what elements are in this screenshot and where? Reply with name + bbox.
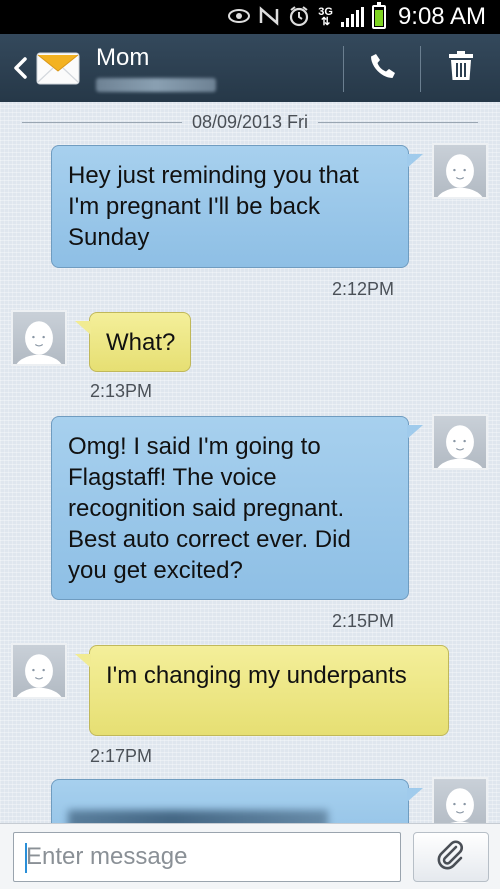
sent-message-bubble[interactable]: Hey just reminding you that I'm pregnant… xyxy=(51,145,423,268)
sent-message-bubble[interactable]: Omg! I said I'm going to Flagstaff! The … xyxy=(51,416,423,600)
network-type: 3G xyxy=(318,6,333,18)
eye-icon xyxy=(228,8,251,27)
default-avatar-icon xyxy=(437,154,483,197)
message-text: Hey just reminding you that I'm pregnant… xyxy=(68,162,359,251)
bubble-tail xyxy=(407,788,423,802)
default-avatar-icon xyxy=(16,654,62,697)
received-message-bubble[interactable]: What? xyxy=(75,312,191,372)
contact-info[interactable]: Mom xyxy=(96,44,216,92)
message-text: Omg! I said I'm going to Flagstaff! The … xyxy=(68,433,351,584)
message-time: 2:17PM xyxy=(90,746,153,766)
message-time: 2:13PM xyxy=(90,381,153,401)
bubble-tail xyxy=(407,425,423,439)
signal-icon xyxy=(340,7,364,27)
attach-button[interactable] xyxy=(413,832,489,882)
phone-icon xyxy=(368,51,398,86)
contact-name: Mom xyxy=(96,44,150,71)
avatar[interactable] xyxy=(432,414,488,470)
battery-level xyxy=(374,9,383,26)
divider xyxy=(22,121,182,123)
compose-bar xyxy=(0,823,500,889)
default-avatar-icon xyxy=(437,425,483,468)
message-time: 2:15PM xyxy=(332,611,395,631)
call-button[interactable] xyxy=(345,34,421,102)
text-cursor xyxy=(25,843,27,873)
avatar[interactable] xyxy=(432,143,488,199)
received-message-bubble[interactable]: I'm changing my underpants xyxy=(75,645,449,736)
avatar[interactable] xyxy=(11,643,67,699)
bubble-tail xyxy=(75,654,91,668)
avatar[interactable] xyxy=(11,310,67,366)
back-arrow-icon[interactable] xyxy=(0,34,40,102)
conversation-date: 08/09/2013 Fri xyxy=(191,111,309,132)
message-text: What? xyxy=(106,329,176,356)
header-divider xyxy=(343,46,344,92)
bubble-tail xyxy=(407,154,423,168)
network-3g-icon: 3G ⇅ xyxy=(318,6,333,28)
message-input[interactable] xyxy=(13,832,401,882)
alarm-icon xyxy=(288,5,310,30)
trash-icon xyxy=(448,50,474,86)
status-bar: 3G ⇅ 9:08 AM xyxy=(0,0,500,34)
date-separator: 08/09/2013 Fri xyxy=(22,110,479,134)
message-time: 2:12PM xyxy=(332,279,395,299)
status-clock: 9:08 AM xyxy=(397,3,486,30)
contact-number-redacted xyxy=(96,78,216,92)
paperclip-icon xyxy=(436,839,466,876)
battery-icon xyxy=(371,2,386,29)
conversation-header: Mom xyxy=(0,34,500,102)
default-avatar-icon xyxy=(16,321,62,364)
divider xyxy=(318,121,479,123)
nfc-icon xyxy=(258,5,280,29)
bubble-tail xyxy=(75,321,91,335)
message-text: I'm changing my underpants xyxy=(106,662,407,689)
envelope-icon xyxy=(36,50,80,86)
delete-button[interactable] xyxy=(421,34,500,102)
